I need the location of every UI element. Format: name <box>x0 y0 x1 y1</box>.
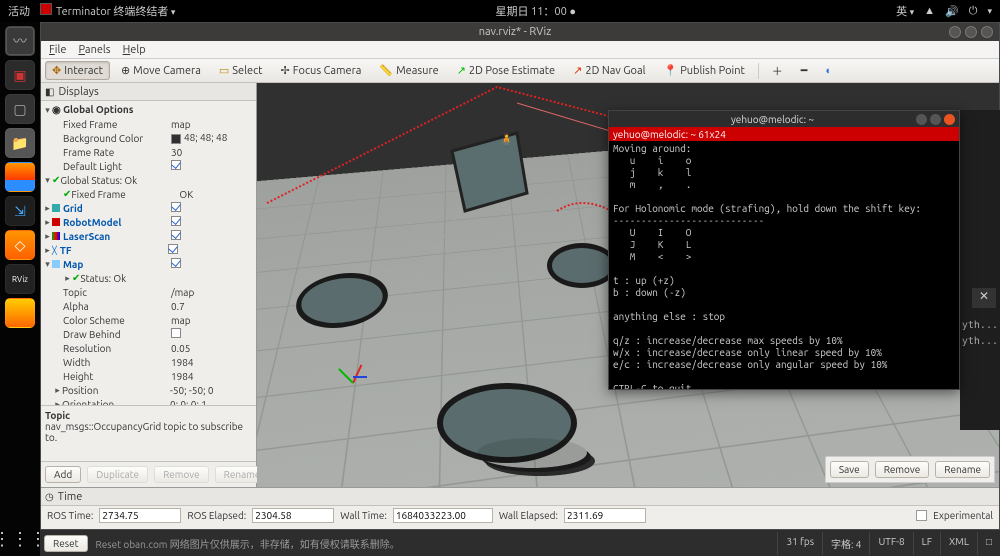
displays-panel: Displays ▾◉ Global Options Fixed Framema… <box>41 83 257 487</box>
tool-remove[interactable]: ━ <box>794 61 815 80</box>
window-minimize[interactable] <box>949 26 961 38</box>
terminal-tab-label[interactable]: yehuo@melodic: ~ 61x24 <box>609 127 959 141</box>
menu-panels[interactable]: Panels <box>78 44 110 56</box>
ime-indicator[interactable]: 英 ▾ <box>896 3 914 19</box>
window-maximize[interactable] <box>965 26 977 38</box>
time-panel: Time ROS Time: ROS Elapsed: Wall Time: W… <box>41 487 999 529</box>
tool-2d-pose[interactable]: ↗2D Pose Estimate <box>450 61 562 80</box>
menu-file[interactable]: File <box>49 44 66 56</box>
terminator-window[interactable]: yehuo@melodic: ~ yehuo@melodic: ~ 61x24 … <box>608 110 960 390</box>
ros-elapsed-field[interactable] <box>252 508 334 523</box>
term-minimize[interactable] <box>916 114 927 125</box>
menu-help[interactable]: Help <box>123 44 146 56</box>
duplicate-button: Duplicate <box>87 466 148 483</box>
dock-app-terminator[interactable]: ▣ <box>5 60 35 90</box>
grid-checkbox[interactable] <box>171 202 181 212</box>
tool-publish-point[interactable]: 📍Publish Point <box>657 61 752 80</box>
dock-app-firefox[interactable] <box>5 162 35 192</box>
tool-measure[interactable]: 📏Measure <box>372 61 445 80</box>
tool-interact[interactable]: ✥Interact <box>45 61 110 80</box>
displays-tree[interactable]: ▾◉ Global Options Fixed Framemap Backgro… <box>41 101 256 405</box>
watermark-text: Reset oban.com 网络图片仅供展示，非存储，如有侵权请联系删除。 <box>88 536 778 551</box>
gnome-top-panel: 活动 Terminator 终端终结者 ▾ 星期日 11：00 ● 英 ▾ ▲ … <box>0 0 1000 22</box>
ubuntu-dock: 〰 ▣ ▢ 📁 ⇲ ◇ RViz ⋮⋮⋮ <box>0 22 40 556</box>
dock-app-monitor[interactable]: 〰 <box>5 26 35 56</box>
power-icon[interactable]: ⏻ <box>969 5 978 18</box>
tool-focus-camera[interactable]: ✢Focus Camera <box>274 61 369 80</box>
dock-app-vscode[interactable]: ⇲ <box>5 196 35 226</box>
time-panel-title[interactable]: Time <box>41 488 999 506</box>
tf-checkbox[interactable] <box>168 244 178 254</box>
drawbehind-checkbox[interactable] <box>171 328 181 338</box>
rename-view-button[interactable]: Rename <box>935 461 990 478</box>
add-button[interactable]: Add <box>45 466 81 483</box>
bgcolor-swatch <box>171 134 181 144</box>
default-light-checkbox[interactable] <box>171 160 181 170</box>
reset-button[interactable]: Reset <box>44 535 88 552</box>
dock-app-files[interactable]: 📁 <box>5 128 35 158</box>
robotmodel-checkbox[interactable] <box>171 216 181 226</box>
status-cell-spaces[interactable]: 字格: 4 <box>822 532 869 555</box>
dock-app-rviz[interactable]: RViz <box>5 264 35 294</box>
displays-panel-title[interactable]: Displays <box>41 83 256 101</box>
app-menu[interactable]: Terminator 终端终结者 ▾ <box>40 3 175 19</box>
tool-add[interactable]: ＋ <box>765 60 790 82</box>
network-icon[interactable]: ▲ <box>924 5 935 17</box>
terminal-titlebar[interactable]: yehuo@melodic: ~ <box>609 111 959 127</box>
wall-time-field[interactable] <box>393 508 493 523</box>
tool-move-camera[interactable]: ⊕Move Camera <box>114 61 208 80</box>
rviz-menubar: File Panels Help <box>41 41 999 59</box>
wall-elapsed-field[interactable] <box>564 508 646 523</box>
terminator-icon <box>40 3 52 15</box>
editor-panel-peek: ✕ ...yth... ...yth... <box>960 110 1000 430</box>
dock-app-box[interactable]: ◇ <box>5 230 35 260</box>
terminal-content[interactable]: Moving around: u i o j k l m , . For Hol… <box>609 141 959 389</box>
term-maximize[interactable] <box>930 114 941 125</box>
tool-2d-goal[interactable]: ↗2D Nav Goal <box>566 61 652 80</box>
experimental-checkbox[interactable] <box>916 510 927 521</box>
map-checkbox[interactable] <box>171 258 181 268</box>
dock-app-other[interactable] <box>5 298 35 328</box>
status-cell-lang[interactable]: XML <box>940 532 977 555</box>
window-close[interactable] <box>981 26 993 38</box>
property-description: Topic nav_msgs::OccupancyGrid topic to s… <box>41 405 256 461</box>
panel-close-icon[interactable]: ✕ <box>972 288 996 308</box>
views-buttons: Save Remove Rename <box>825 456 995 483</box>
sound-icon[interactable]: 🔊 <box>945 5 959 18</box>
status-cell-encoding[interactable]: UTF-8 <box>869 532 912 555</box>
dock-app-terminal[interactable]: ▢ <box>5 94 35 124</box>
tool-select[interactable]: ▭Select <box>212 61 270 80</box>
save-view-button[interactable]: Save <box>830 461 869 478</box>
laserscan-checkbox[interactable] <box>171 230 181 240</box>
term-close[interactable] <box>944 114 955 125</box>
tool-misc[interactable]: ◐ <box>818 62 839 80</box>
remove-display-button: Remove <box>154 466 209 483</box>
remove-view-button[interactable]: Remove <box>875 461 930 478</box>
status-cell-eol[interactable]: LF <box>913 532 940 555</box>
fps-readout: 31 fps <box>777 532 822 555</box>
bottom-status-bar: Reset Reset oban.com 网络图片仅供展示，非存储，如有侵权请联… <box>40 530 1000 556</box>
activities-button[interactable]: 活动 <box>8 3 30 19</box>
system-menu-caret[interactable]: ▾ <box>987 6 992 17</box>
rviz-titlebar[interactable]: nav.rviz* - RViz <box>41 23 999 41</box>
clock[interactable]: 星期日 11：00 ● <box>175 3 896 19</box>
status-cell-feedback[interactable]: □ <box>977 532 1000 555</box>
rviz-toolbar: ✥Interact ⊕Move Camera ▭Select ✢Focus Ca… <box>41 59 999 83</box>
ros-time-field[interactable] <box>99 508 181 523</box>
